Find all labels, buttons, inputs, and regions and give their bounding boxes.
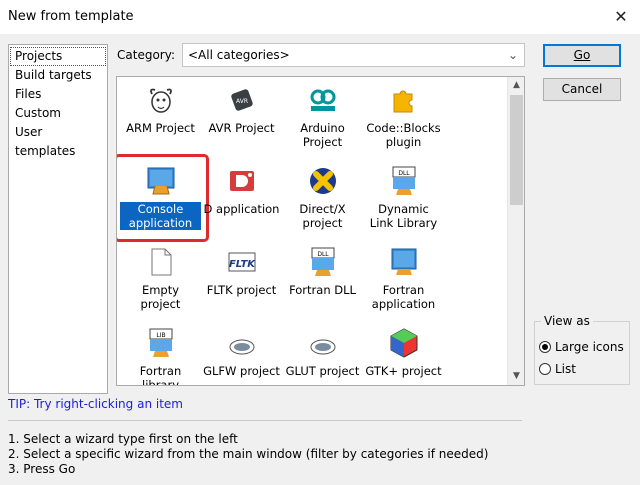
view-as-group: View as Large icons List: [534, 314, 630, 385]
template-label: Fortran application: [371, 283, 436, 311]
template-glut-project[interactable]: GLUT project: [282, 324, 363, 385]
fortran-lib-icon: LIB: [144, 326, 178, 360]
template-dynamic-link-library[interactable]: DLL Dynamic Link Library: [363, 162, 444, 243]
category-label: Category:: [117, 48, 175, 62]
instruction-line: 1. Select a wizard type first on the lef…: [8, 432, 238, 446]
close-icon[interactable]: ✕: [610, 6, 632, 28]
instruction-line: 2. Select a specific wizard from the mai…: [8, 447, 489, 461]
template-label: Fortran library: [139, 364, 182, 386]
avr-chip-icon: AVR: [225, 83, 259, 117]
sidebar-item-projects[interactable]: Projects: [10, 47, 106, 66]
go-button[interactable]: Go: [543, 44, 621, 67]
category-value: <All categories>: [188, 48, 290, 62]
template-directx-project[interactable]: Direct/X project: [282, 162, 363, 243]
template-icon-view[interactable]: ARM Project AVR AVR Project Arduino Proj…: [116, 76, 525, 386]
sidebar-item-user-templates[interactable]: User templates: [10, 123, 106, 161]
glut-icon: [306, 326, 340, 360]
template-fortran-application[interactable]: Fortran application: [363, 243, 444, 324]
category-select[interactable]: <All categories> ⌄: [182, 43, 525, 67]
template-label: Arduino Project: [300, 121, 345, 149]
template-d-application[interactable]: D application: [201, 162, 282, 243]
template-label: Code::Blocks plugin: [366, 121, 441, 149]
title-bar: New from template ✕: [0, 0, 640, 34]
template-fortran-dll[interactable]: DLL Fortran DLL: [282, 243, 363, 324]
template-glfw-project[interactable]: GLFW project: [201, 324, 282, 385]
template-arm-project[interactable]: ARM Project: [120, 81, 201, 162]
dialog-body: Projects Build targets Files Custom User…: [0, 34, 640, 485]
template-label: GLUT project: [285, 364, 360, 378]
wizard-type-list[interactable]: Projects Build targets Files Custom User…: [8, 44, 108, 394]
sidebar-item-build-targets[interactable]: Build targets: [10, 66, 106, 85]
scroll-down-icon[interactable]: ▼: [508, 368, 524, 385]
svg-text:AVR: AVR: [236, 98, 248, 105]
radio-list[interactable]: List: [539, 362, 576, 376]
sidebar-item-custom[interactable]: Custom: [10, 104, 106, 123]
chevron-down-icon: ⌄: [507, 48, 518, 62]
fortran-app-icon: [387, 245, 421, 279]
radio-large-icons[interactable]: Large icons: [539, 340, 624, 354]
template-label: GLFW project: [203, 364, 280, 378]
divider: [8, 420, 522, 421]
template-empty-project[interactable]: Empty project: [120, 243, 201, 324]
dll-icon: DLL: [387, 164, 421, 198]
svg-text:LIB: LIB: [156, 332, 165, 339]
template-label: ARM Project: [126, 121, 195, 135]
template-label: FLTK project: [206, 283, 277, 297]
template-fortran-library[interactable]: LIB Fortran library: [120, 324, 201, 386]
sidebar-item-files[interactable]: Files: [10, 85, 106, 104]
template-gtk-project[interactable]: GTK+ project: [363, 324, 444, 385]
template-label: Empty project: [140, 283, 181, 311]
cancel-button-label: Cancel: [561, 82, 603, 96]
scrollbar-thumb[interactable]: [510, 95, 523, 205]
scroll-up-icon[interactable]: ▲: [508, 77, 524, 94]
svg-text:FLTK: FLTK: [228, 259, 255, 270]
fltk-icon: FLTK: [225, 245, 259, 279]
template-label: Fortran DLL: [289, 283, 356, 297]
arduino-icon: [306, 83, 340, 117]
template-fltk-project[interactable]: FLTK FLTK project: [201, 243, 282, 324]
list-label: List: [555, 362, 576, 376]
template-codeblocks-plugin[interactable]: Code::Blocks plugin: [363, 81, 444, 162]
vertical-scrollbar[interactable]: ▲ ▼: [507, 77, 524, 385]
template-label: AVR Project: [208, 121, 275, 135]
radio-button-unchecked[interactable]: [539, 363, 551, 375]
puzzle-piece-icon: [387, 83, 421, 117]
go-button-label: Go: [573, 48, 591, 62]
template-label: D application: [203, 202, 280, 216]
view-as-title: View as: [541, 314, 593, 328]
fortran-dll-icon: DLL: [306, 245, 340, 279]
cancel-button[interactable]: Cancel: [543, 78, 621, 101]
tip-text: TIP: Try right-clicking an item: [8, 397, 183, 411]
instruction-line: 3. Press Go: [8, 462, 76, 476]
gtk-icon: [387, 326, 421, 360]
template-avr-project[interactable]: AVR AVR Project: [201, 81, 282, 162]
d-language-icon: [225, 164, 259, 198]
directx-icon: [306, 164, 340, 198]
template-console-application[interactable]: Console application: [117, 154, 209, 243]
gnu-icon: [144, 83, 178, 117]
template-arduino-project[interactable]: Arduino Project: [282, 81, 363, 162]
template-label: Direct/X project: [299, 202, 346, 230]
svg-text:DLL: DLL: [317, 251, 329, 258]
window-title: New from template: [8, 9, 134, 24]
empty-document-icon: [144, 245, 178, 279]
highlight-box: [117, 154, 209, 242]
large-icons-label: Large icons: [555, 340, 624, 354]
svg-text:DLL: DLL: [398, 170, 410, 177]
glfw-icon: [225, 326, 259, 360]
template-label: GTK+ project: [365, 364, 442, 378]
template-label: Dynamic Link Library: [369, 202, 438, 230]
radio-button-checked[interactable]: [539, 341, 551, 353]
